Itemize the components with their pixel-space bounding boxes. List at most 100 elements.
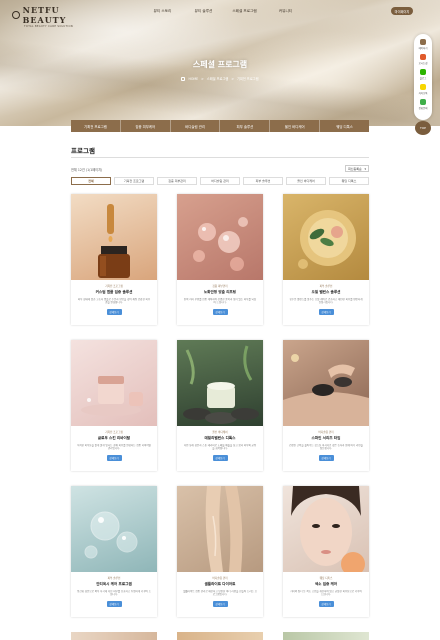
detail-button[interactable]: 상세보기 [106,309,122,315]
serum-drops-illustration [193,217,248,271]
category-item[interactable]: 기획전 프로그램 [114,177,154,185]
detail-button[interactable]: 상세보기 [212,455,228,461]
program-image [71,340,157,426]
nav-item-special-program[interactable]: 스페셜 프로그램 [224,9,265,14]
home-icon[interactable] [181,76,186,81]
program-image [177,340,263,426]
program-card[interactable]: 기획전 프로그램 커스텀 앰플 집중 솔루션 피부 상태에 맞춘 고농축 앰플로… [71,194,157,325]
nav-item-beauty-solution[interactable]: 뷰티 솔루션 [183,9,224,14]
card-category: 기획전 프로그램 [105,431,123,434]
program-card[interactable]: 웨딩 디톡스 색소 집중 케어 기미와 잡티 등 색소 고민을 개선하여 맑고 … [283,486,369,617]
stone-massage-illustration [283,354,369,426]
brand-tagline: TOTAL BEAUTY CARE SOLUTION [24,25,74,28]
tab-wedding[interactable]: 웨딩 디톡스 [320,120,369,132]
card-description: 유수분 밸런스를 맞추는 오일 케어로 건조하고 예민한 피부를 편안하게 진정… [289,298,363,305]
detail-button[interactable]: 상세보기 [318,455,334,461]
card-category: 웨딩 디톡스 [319,577,333,580]
card-category: 기획전 프로그램 [105,285,123,288]
program-card[interactable]: 집중 피부관리 노화안정 맞춤 리프팅 탄력 저하 부위를 집중 케어하여 선명… [177,194,263,325]
sort-select[interactable]: 최신등록순 ▾ [345,165,369,172]
program-card[interactable]: 피부 솔루션 오일 밸런스 솔루션 유수분 밸런스를 맞추는 오일 케어로 건조… [283,194,369,325]
card-category: 피부 솔루션 [319,285,333,288]
blog-icon [419,69,426,75]
card-description: 긴장된 근육을 풀어주는 핫스톤 마사지로 깊은 휴식과 함께 바디 라인을 정… [289,444,363,451]
card-title: 글로우 스킨 리바이탈 [97,436,131,440]
card-title: 노화안정 맞춤 리프팅 [203,290,237,294]
card-description: 칙칙한 피부톤을 맑게 밝혀 빛나는 광채 피부를 완성하는 집중 리바이탈 관… [77,444,151,451]
quick-blog[interactable]: 블로그 [419,69,426,80]
program-image [71,194,157,280]
breadcrumb-item[interactable]: 스페셜 프로그램 [207,76,229,81]
program-image [71,486,157,572]
category-item[interactable]: 집중 피부관리 [157,177,197,185]
stone-cream-illustration [183,345,259,424]
category-item[interactable]: 바디슬림 관리 [200,177,240,185]
chevron-down-icon: ▾ [364,166,366,171]
program-card[interactable]: 기획전 프로그램 글로우 스킨 리바이탈 칙칙한 피부톤을 맑게 밝혀 빛나는 … [71,340,157,471]
card-category: 피부 솔루션 [107,577,121,580]
legs-illustration [205,486,243,572]
quick-reserve[interactable]: 예약하기 [419,39,427,50]
sub-tabs: 기획전 프로그램 집중 피부케어 바디슬림 관리 피부 솔루션 올인 바디케어 … [71,120,369,132]
card-description: 탄력 저하 부위를 집중 케어하여 선명한 윤곽과 생기 있는 피부를 되찾아 … [183,298,257,305]
program-card[interactable]: 바디슬림 관리 스파인 서리즈 타임 긴장된 근육을 풀어주는 핫스톤 마사지로… [283,340,369,471]
program-card[interactable]: 바디슬림 관리 셀룰라이트 다이어트 셀룰라이트 집중 관리로 매끈하고 탄탄한… [177,486,263,617]
cream-jar-illustration [81,376,143,416]
nav-item-beauty-story[interactable]: 뷰티 스토리 [142,9,183,14]
card-description: 셀룰라이트 집중 관리로 매끈하고 탄탄한 바디 라인을 만들어 드리는 프로그… [183,590,257,597]
water-bubble-illustration [84,511,138,559]
oil-leaf-illustration [298,210,356,269]
breadcrumb-item[interactable]: HOME [188,77,198,81]
detail-button[interactable]: 상세보기 [318,601,334,607]
tab-skin-care[interactable]: 집중 피부케어 [120,120,171,132]
program-card[interactable]: 올인 바디케어 데일리밸런스 디톡스 자연 유래 성분과 스톤 테라피로 노폐물… [177,340,263,471]
program-image [283,194,369,280]
calendar-icon [420,39,426,45]
sort-value: 최신등록순 [348,166,362,171]
nav-item-community[interactable]: 커뮤니티 [265,9,306,14]
logo[interactable]: NETFU BEAUTY TOTAL BEAUTY CARE SOLUTION [12,5,102,28]
quick-directions[interactable]: 오시는길 [419,54,427,65]
quick-kakao[interactable]: 카카오톡 [419,84,427,95]
card-title: 데일리밸런스 디톡스 [204,436,236,440]
quick-phone[interactable]: 전화문의 [419,99,427,110]
detail-button[interactable]: 상세보기 [318,309,334,315]
card-title: 오일 밸런스 솔루션 [311,290,341,294]
tab-body-care[interactable]: 올인 바디케어 [270,120,321,132]
detail-button[interactable]: 상세보기 [212,601,228,607]
detail-button[interactable]: 상세보기 [106,455,122,461]
card-description: 자연 유래 성분과 스톤 테라피로 노폐물 배출을 돕고 몸과 피부의 균형을 … [183,444,257,451]
card-description: 피부 상태에 맞춘 고농축 앰플로 수분과 영양을 깊이 채워 건강한 피부 결… [77,298,151,305]
category-filter: 전체 기획전 프로그램 집중 피부관리 바디슬림 관리 피부 솔루션 올인 바디… [71,177,369,185]
quick-menu: 예약하기 오시는길 블로그 카카오톡 전화문의 [414,34,432,120]
category-all[interactable]: 전체 [71,177,111,185]
map-pin-icon [420,54,426,60]
program-card[interactable]: 피부 솔루션 안티옥시 케어 프로그램 항산화 성분으로 외부 자극에 지친 피… [71,486,157,617]
detail-button[interactable]: 상세보기 [212,309,228,315]
tab-special[interactable]: 기획전 프로그램 [71,120,121,132]
serum-bottle-illustration [98,204,130,278]
breadcrumb-item[interactable]: 기획전 프로그램 [237,76,259,81]
category-item[interactable]: 올인 바디케어 [286,177,326,185]
program-card-partial [283,632,369,640]
scroll-top-button[interactable]: TOP [415,121,431,135]
category-item[interactable]: 피부 솔루션 [243,177,283,185]
tab-skin-solution[interactable]: 피부 솔루션 [220,120,271,132]
detail-button[interactable]: 상세보기 [106,601,122,607]
card-category: 집중 피부관리 [212,285,228,288]
card-title: 셀룰라이트 다이어트 [204,582,236,586]
program-card-partial [71,632,157,640]
divider [71,157,369,158]
program-image [177,486,263,572]
hero-banner: NETFU BEAUTY TOTAL BEAUTY CARE SOLUTION … [0,0,440,126]
tab-body-slim[interactable]: 바디슬림 관리 [170,120,221,132]
program-image [283,486,369,572]
breadcrumb: HOME > 스페셜 프로그램 > 기획전 프로그램 [0,76,440,81]
card-description: 기미와 잡티 등 색소 고민을 개선하여 맑고 균일한 피부톤으로 가꾸어 드립… [290,590,362,597]
face-illustration [291,486,365,572]
card-description: 항산화 성분으로 외부 자극에 지친 피부를 보호하고 투명하게 가꾸어 드립니… [77,590,151,597]
mypage-button[interactable]: 마이페이지 [391,7,413,15]
category-item[interactable]: 웨딩 디톡스 [329,177,369,185]
page: NETFU BEAUTY TOTAL BEAUTY CARE SOLUTION … [0,0,440,640]
brand-name: NETFU BEAUTY [22,5,67,25]
